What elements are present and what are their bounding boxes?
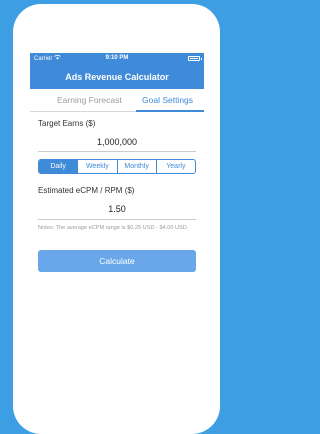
ecpm-note: Notes: The average eCPM range is $0.25 U… <box>38 225 189 231</box>
ecpm-input[interactable]: 1.50 <box>38 204 196 214</box>
carrier-label: Carrier <box>34 55 53 62</box>
period-yearly[interactable]: Yearly <box>155 160 195 173</box>
wifi-icon <box>54 54 62 62</box>
status-bar: Carrier 9:10 PM <box>30 53 204 64</box>
tab-earning-forecast[interactable]: Earning Forecast <box>57 95 122 105</box>
battery-icon <box>188 56 202 61</box>
period-weekly[interactable]: Weekly <box>77 160 116 173</box>
target-earns-divider <box>38 151 196 152</box>
tab-selected-indicator <box>136 110 204 112</box>
tab-goal-settings[interactable]: Goal Settings <box>142 95 193 105</box>
nav-title: Ads Revenue Calculator <box>65 71 169 82</box>
ecpm-label: Estimated eCPM / RPM ($) <box>38 186 135 195</box>
calculate-label: Calculate <box>99 256 135 266</box>
period-daily[interactable]: Daily <box>39 160 78 173</box>
ecpm-divider <box>38 219 196 220</box>
period-segmented-control: Daily Weekly Monthly Yearly <box>38 159 196 174</box>
target-earns-input[interactable]: 1,000,000 <box>38 137 196 147</box>
status-left: Carrier <box>34 54 62 62</box>
app-screen: Carrier 9:10 PM Ads Revenue Calculator e… <box>30 53 204 361</box>
tab-bar: e Earning Forecast Goal Settings <box>30 89 204 112</box>
calculate-button[interactable]: Calculate <box>38 250 196 272</box>
nav-bar: Ads Revenue Calculator <box>30 64 204 89</box>
target-earns-label: Target Earns ($) <box>38 119 96 128</box>
period-monthly[interactable]: Monthly <box>116 160 156 173</box>
